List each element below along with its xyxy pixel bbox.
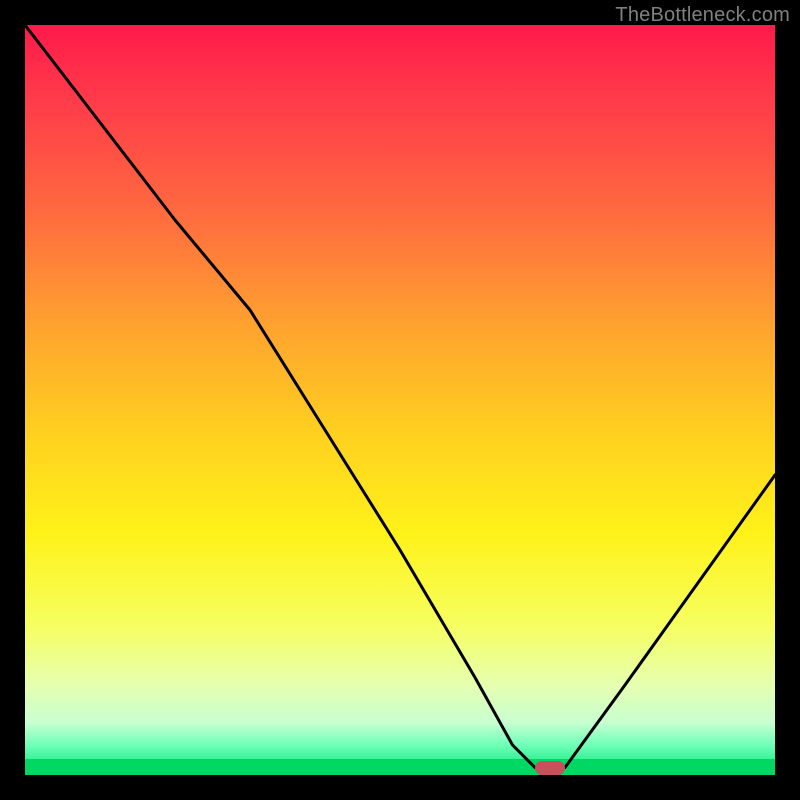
chart-stage: TheBottleneck.com [0, 0, 800, 800]
watermark-text: TheBottleneck.com [615, 4, 790, 27]
optimal-point-marker [535, 761, 565, 775]
bottleneck-curve [25, 25, 775, 768]
curve-layer [25, 25, 775, 775]
plot-area [25, 25, 775, 775]
